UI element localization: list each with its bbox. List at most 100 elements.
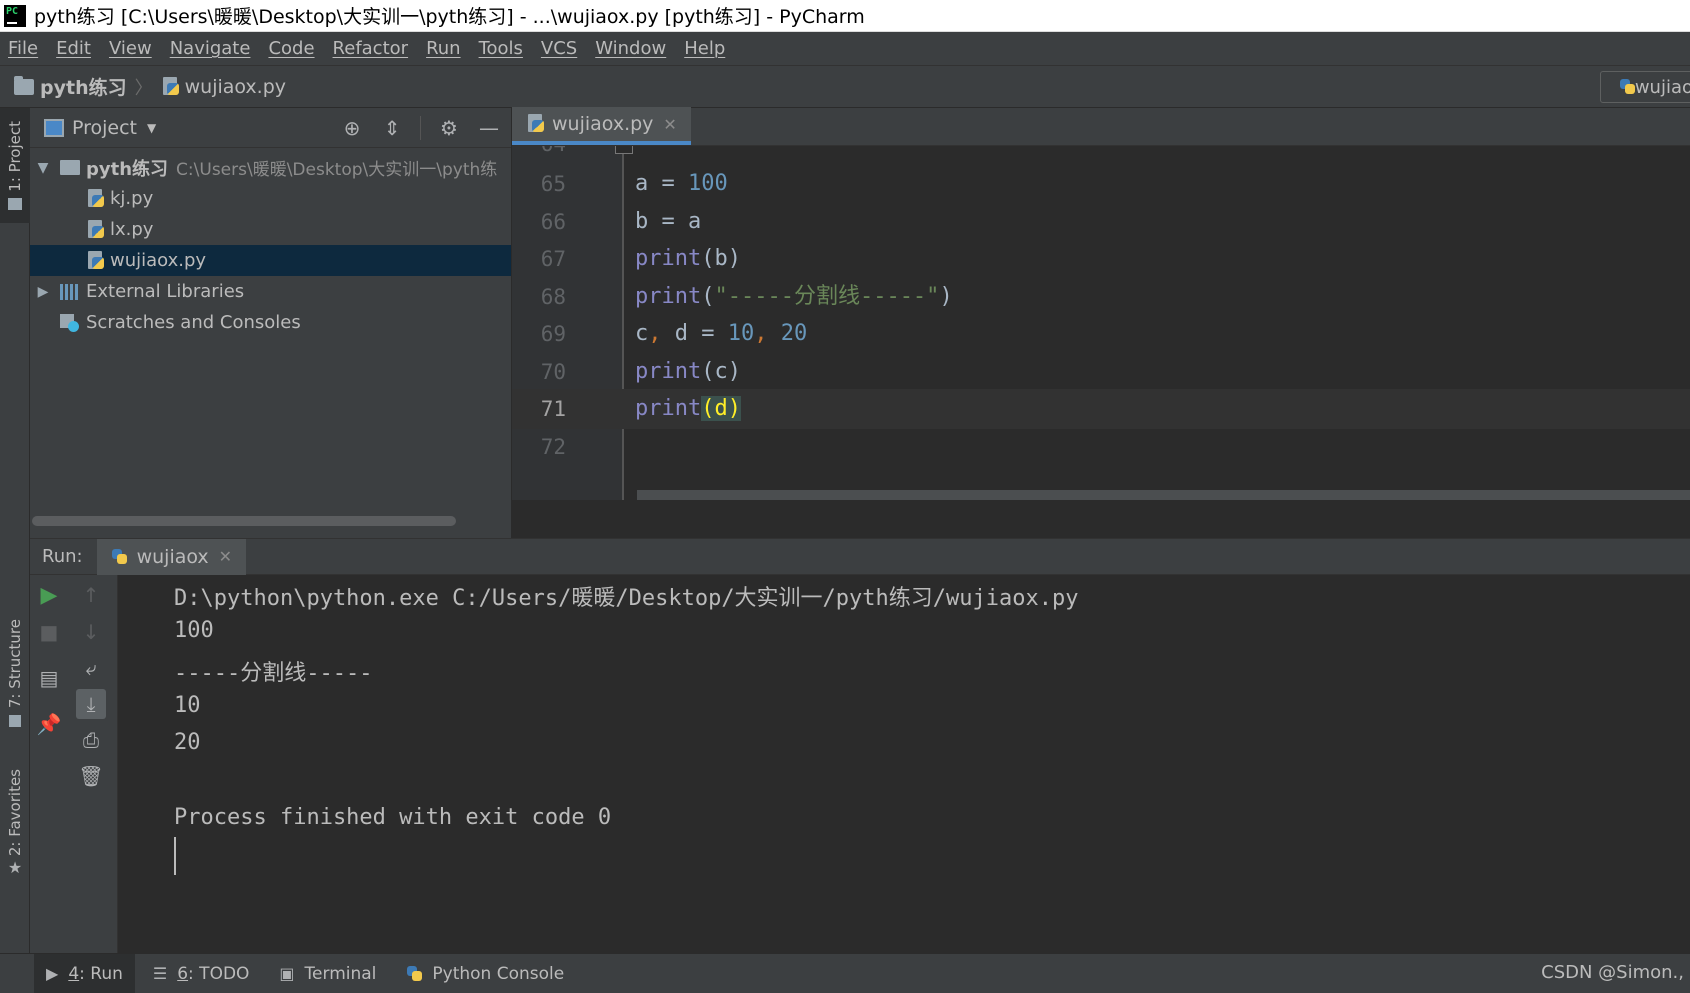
menu-view[interactable]: View <box>109 38 152 59</box>
code-token: print <box>635 246 702 271</box>
python-file-icon <box>86 188 106 209</box>
run-configuration-selector[interactable]: wujiao <box>1600 71 1690 103</box>
stop-icon[interactable]: ■ <box>34 617 64 647</box>
tree-file-wujiaox[interactable]: wujiaox.py <box>30 245 511 276</box>
bottom-tab-terminal[interactable]: ▣ Terminal <box>267 954 388 993</box>
list-icon: ☰ <box>152 964 168 983</box>
line-number: 70 <box>540 359 566 384</box>
bottom-tab-label: : Run <box>79 963 123 984</box>
editor-tab-wujiaox[interactable]: wujiaox.py ✕ <box>512 107 691 145</box>
tree-file-name: wujiaox.py <box>110 250 207 271</box>
run-panel-label: Run: <box>42 546 83 567</box>
bottom-tab-python-console[interactable]: Python Console <box>394 954 576 993</box>
folder-icon <box>8 197 22 210</box>
minimize-icon[interactable]: — <box>477 116 501 140</box>
expand-arrow-icon[interactable]: ▼ <box>32 160 54 176</box>
project-tree: ▼ pyth练习 C:\Users\暖暖\Desktop\大实训一\pyth练 … <box>30 148 511 338</box>
breadcrumb-file[interactable]: wujiaox.py <box>185 76 286 98</box>
project-panel-title[interactable]: Project <box>72 117 137 139</box>
code-token: print <box>635 358 702 384</box>
tree-external-libraries[interactable]: ▶ External Libraries <box>30 276 511 307</box>
python-file-icon <box>526 114 546 134</box>
text-caret <box>174 837 176 875</box>
line-number: 67 <box>540 247 566 271</box>
code-token: a <box>635 171 649 196</box>
breadcrumb-separator-icon: 〉 <box>134 77 153 99</box>
breadcrumb-project[interactable]: pyth练习 <box>40 73 127 100</box>
close-icon[interactable]: ✕ <box>219 547 232 566</box>
menu-tools[interactable]: Tools <box>479 38 523 59</box>
scratches-icon <box>60 313 80 332</box>
console-line: Process finished with exit code 0 <box>174 805 612 830</box>
tree-file-lx[interactable]: lx.py <box>30 214 511 245</box>
trash-icon[interactable]: 🗑 <box>76 761 106 791</box>
toolbar-divider <box>420 116 421 140</box>
menu-bar: File Edit View Navigate Code Refactor Ru… <box>0 32 1690 66</box>
tree-file-kj[interactable]: kj.py <box>30 183 511 214</box>
bottom-tab-todo[interactable]: ☰ 6: TODO <box>141 954 262 993</box>
code-line: 69 c, d = 10, 20 <box>512 314 1690 354</box>
code-line-partial: 64 <box>512 146 1690 164</box>
expand-arrow-icon[interactable]: ▶ <box>32 284 54 300</box>
run-tab-wujiaox[interactable]: wujiaox ✕ <box>96 538 247 575</box>
code-token: = <box>648 171 688 196</box>
python-file-icon <box>161 76 181 97</box>
bottom-tab-label: : TODO <box>188 963 250 984</box>
arrow-up-icon[interactable]: ↑ <box>76 580 106 610</box>
tool-tab-favorites-label: 2: Favorites <box>6 768 24 857</box>
navigation-bar: pyth练习 〉 wujiaox.py wujiao <box>0 66 1690 108</box>
chevron-down-icon[interactable]: ▼ <box>147 121 156 135</box>
menu-navigate[interactable]: Navigate <box>170 38 251 59</box>
rerun-icon[interactable]: ▶ <box>34 580 64 610</box>
project-horizontal-scrollbar[interactable] <box>32 516 456 526</box>
code-token: b = a <box>635 208 702 234</box>
arrow-down-icon[interactable]: ↓ <box>76 617 106 647</box>
tool-tab-structure[interactable]: 7: Structure <box>0 613 30 733</box>
layout-icon[interactable]: ▤ <box>34 663 64 693</box>
code-token: , <box>648 321 662 346</box>
star-icon: ★ <box>7 858 23 878</box>
code-area[interactable]: 64 65a = 10066b = a67print(b)68print("--… <box>512 146 1690 500</box>
console-line: 20 <box>174 730 201 755</box>
bottom-tool-bar: ▶ 4: Run ☰ 6: TODO ▣ Terminal Python Con… <box>0 953 1690 993</box>
line-number: 68 <box>540 284 566 309</box>
code-token: 10 <box>727 321 755 346</box>
bottom-tab-label: Python Console <box>432 963 565 984</box>
soft-wrap-icon[interactable]: ⤶ <box>76 653 106 683</box>
menu-file[interactable]: File <box>8 38 38 59</box>
menu-refactor[interactable]: Refactor <box>333 38 409 59</box>
console-line: 10 <box>174 693 201 718</box>
menu-vcs[interactable]: VCS <box>541 38 577 59</box>
tree-root-folder[interactable]: ▼ pyth练习 C:\Users\暖暖\Desktop\大实训一\pyth练 <box>30 152 511 183</box>
bottom-tab-run[interactable]: ▶ 4: Run <box>34 953 135 993</box>
run-console-output[interactable]: D:\python\python.exe C:/Users/暖暖/Desktop… <box>140 575 1690 954</box>
tree-file-name: lx.py <box>110 219 154 240</box>
gear-icon[interactable]: ⚙ <box>437 116 461 140</box>
locate-target-icon[interactable]: ⊕ <box>340 116 364 140</box>
menu-window[interactable]: Window <box>595 38 666 59</box>
code-token: 100 <box>688 171 728 196</box>
console-line: 100 <box>174 618 214 643</box>
menu-edit[interactable]: Edit <box>56 38 91 59</box>
editor-horizontal-scrollbar[interactable] <box>637 490 1690 500</box>
code-line: 68 print("-----分割线-----") <box>512 277 1690 317</box>
python-icon <box>111 548 129 566</box>
menu-run[interactable]: Run <box>426 38 461 59</box>
collapse-all-icon[interactable]: ⇕ <box>380 116 404 140</box>
print-icon[interactable]: ⎙ <box>76 725 106 755</box>
pin-icon[interactable]: 📌 <box>34 709 64 739</box>
project-view-icon <box>44 118 64 137</box>
code-line: 72 <box>512 427 1690 467</box>
menu-help[interactable]: Help <box>684 38 725 59</box>
tool-tab-favorites[interactable]: 2: Favorites ★ <box>0 763 30 883</box>
folder-icon <box>14 75 34 95</box>
scroll-to-end-icon[interactable]: ⤓ <box>76 689 106 719</box>
tool-tab-project[interactable]: 1: Project <box>0 108 30 223</box>
tree-scratches[interactable]: Scratches and Consoles <box>30 307 511 338</box>
close-icon[interactable]: ✕ <box>663 115 676 134</box>
bottom-tab-number: 4 <box>68 963 80 984</box>
code-token: , <box>754 321 768 346</box>
line-number: 72 <box>540 434 566 459</box>
fold-marker-icon[interactable] <box>615 146 633 154</box>
menu-code[interactable]: Code <box>268 38 314 59</box>
